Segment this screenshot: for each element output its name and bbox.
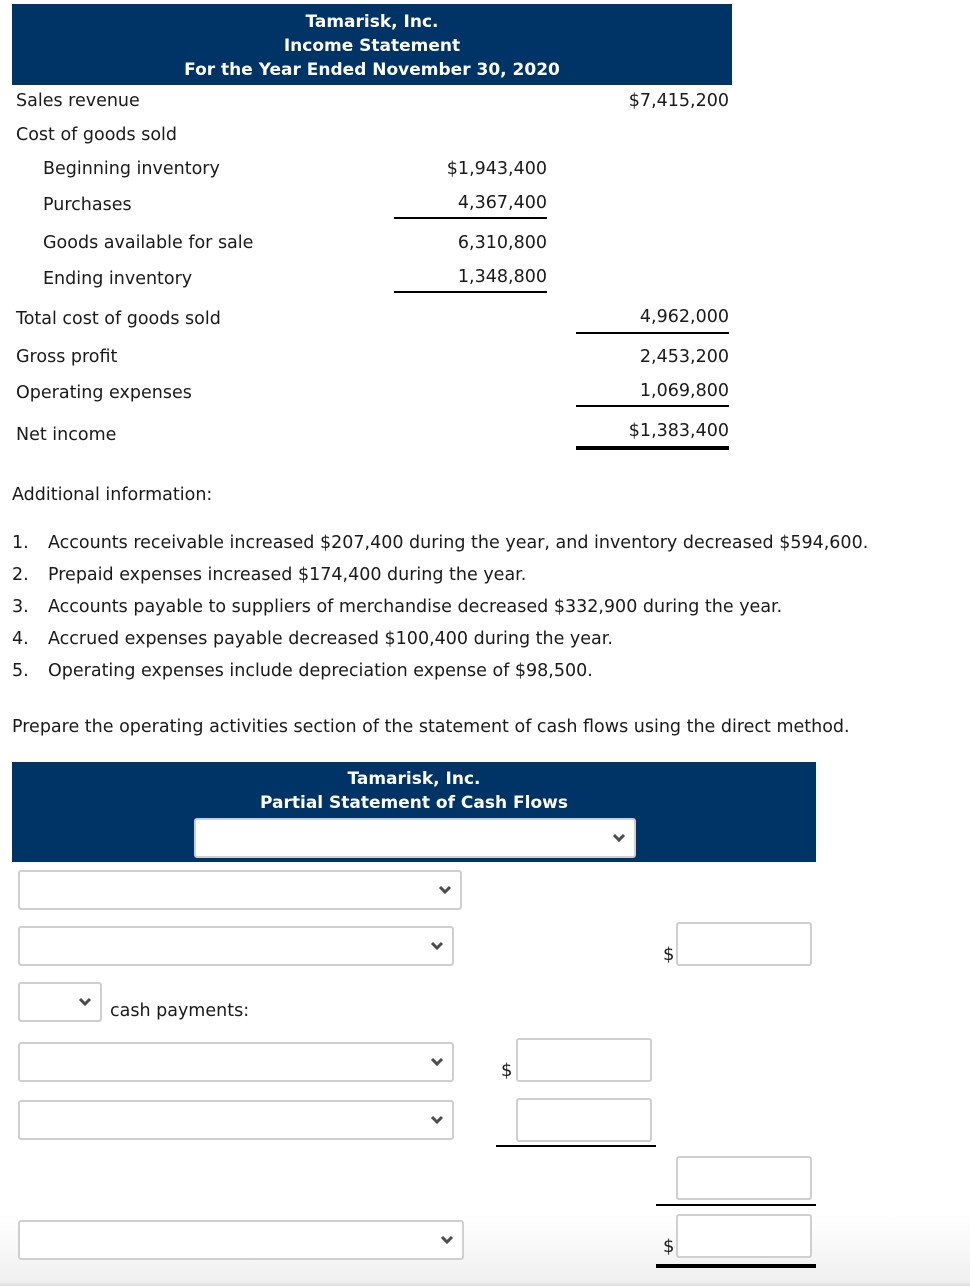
info-item: 3. Accounts payable to suppliers of merc… [12,596,782,618]
chevron-down-icon [438,885,452,895]
chevron-down-icon [430,941,444,951]
net-income-value: $1,383,400 [628,421,729,441]
total-payments-underline [656,1204,816,1206]
income-statement-title: Income Statement [283,36,461,56]
purchases-value: 4,367,400 [457,193,547,213]
info-item-number: 2. [12,565,29,585]
info-item-text: Accrued expenses payable decreased $100,… [48,629,613,649]
chevron-down-icon [440,1235,454,1245]
sales-revenue-value: $7,415,200 [628,91,729,111]
cash-flow-title: Partial Statement of Cash Flows [260,793,568,813]
payment-2-amount-input[interactable] [516,1098,652,1142]
ending-inventory-value: 1,348,800 [457,267,547,287]
income-statement-header: Tamarisk, Inc. Income Statement For the … [12,4,732,85]
total-payments-amount-input[interactable] [676,1156,812,1200]
instruction-text: Prepare the operating activities section… [12,717,850,737]
info-item-text: Operating expenses include depreciation … [48,661,593,681]
net-cash-double-underline [656,1264,816,1268]
gross-profit-label: Gross profit [16,347,118,367]
operating-expenses-label: Operating expenses [16,383,192,403]
cogs-heading: Cost of goods sold [16,125,178,145]
net-cash-amount-input[interactable] [676,1214,812,1258]
period-select[interactable] [194,818,636,858]
info-item-text: Accounts payable to suppliers of merchan… [48,597,783,617]
info-item: 1. Accounts receivable increased $207,40… [12,532,868,554]
total-cogs-underline [576,332,729,334]
payment-1-amount-input[interactable] [516,1038,652,1082]
operating-section-select[interactable] [18,870,462,910]
chevron-down-icon [430,1115,444,1125]
gross-profit-value: 2,453,200 [639,347,729,367]
payments-underline [496,1145,656,1147]
chevron-down-icon [612,833,626,843]
chevron-down-icon [430,1057,444,1067]
goods-available-value: 6,310,800 [457,233,547,253]
cash-receipts-select[interactable] [18,926,454,966]
info-item-number: 4. [12,629,29,649]
cash-flow-company: Tamarisk, Inc. [347,769,481,789]
ending-inventory-underline [394,291,547,293]
beginning-inventory-value: $1,943,400 [446,159,547,179]
chevron-down-icon [78,997,92,1007]
total-cogs-value: 4,962,000 [639,307,729,327]
currency-symbol: $ [663,1236,675,1257]
info-item-text: Accounts receivable increased $207,400 d… [48,533,869,553]
sales-revenue-label: Sales revenue [16,91,140,111]
ending-inventory-label: Ending inventory [43,269,193,289]
cash-receipts-amount-input[interactable] [676,922,812,966]
currency-symbol: $ [501,1060,513,1081]
net-income-double-underline [576,446,729,450]
additional-info-heading: Additional information: [12,485,213,505]
net-income-label: Net income [16,425,117,445]
net-cash-select[interactable] [18,1220,464,1260]
info-item-text: Prepaid expenses increased $174,400 duri… [48,565,527,585]
purchases-label: Purchases [43,195,132,215]
info-item-number: 1. [12,533,29,553]
info-item-number: 5. [12,661,29,681]
info-item: 5. Operating expenses include depreciati… [12,660,593,682]
income-statement-company: Tamarisk, Inc. [305,12,439,32]
purchases-underline [394,217,547,219]
info-item-number: 3. [12,597,29,617]
payment-1-select[interactable] [18,1042,454,1082]
info-item: 2. Prepaid expenses increased $174,400 d… [12,564,526,586]
operating-expenses-underline [576,405,729,407]
less-select[interactable] [18,982,102,1022]
info-item: 4. Accrued expenses payable decreased $1… [12,628,613,650]
income-statement-period: For the Year Ended November 30, 2020 [184,60,560,80]
beginning-inventory-label: Beginning inventory [43,159,220,179]
operating-expenses-value: 1,069,800 [639,381,729,401]
total-cogs-label: Total cost of goods sold [16,309,221,329]
payment-2-select[interactable] [18,1100,454,1140]
cash-payments-label: cash payments: [110,1001,250,1021]
goods-available-label: Goods available for sale [43,233,254,253]
currency-symbol: $ [663,944,675,965]
